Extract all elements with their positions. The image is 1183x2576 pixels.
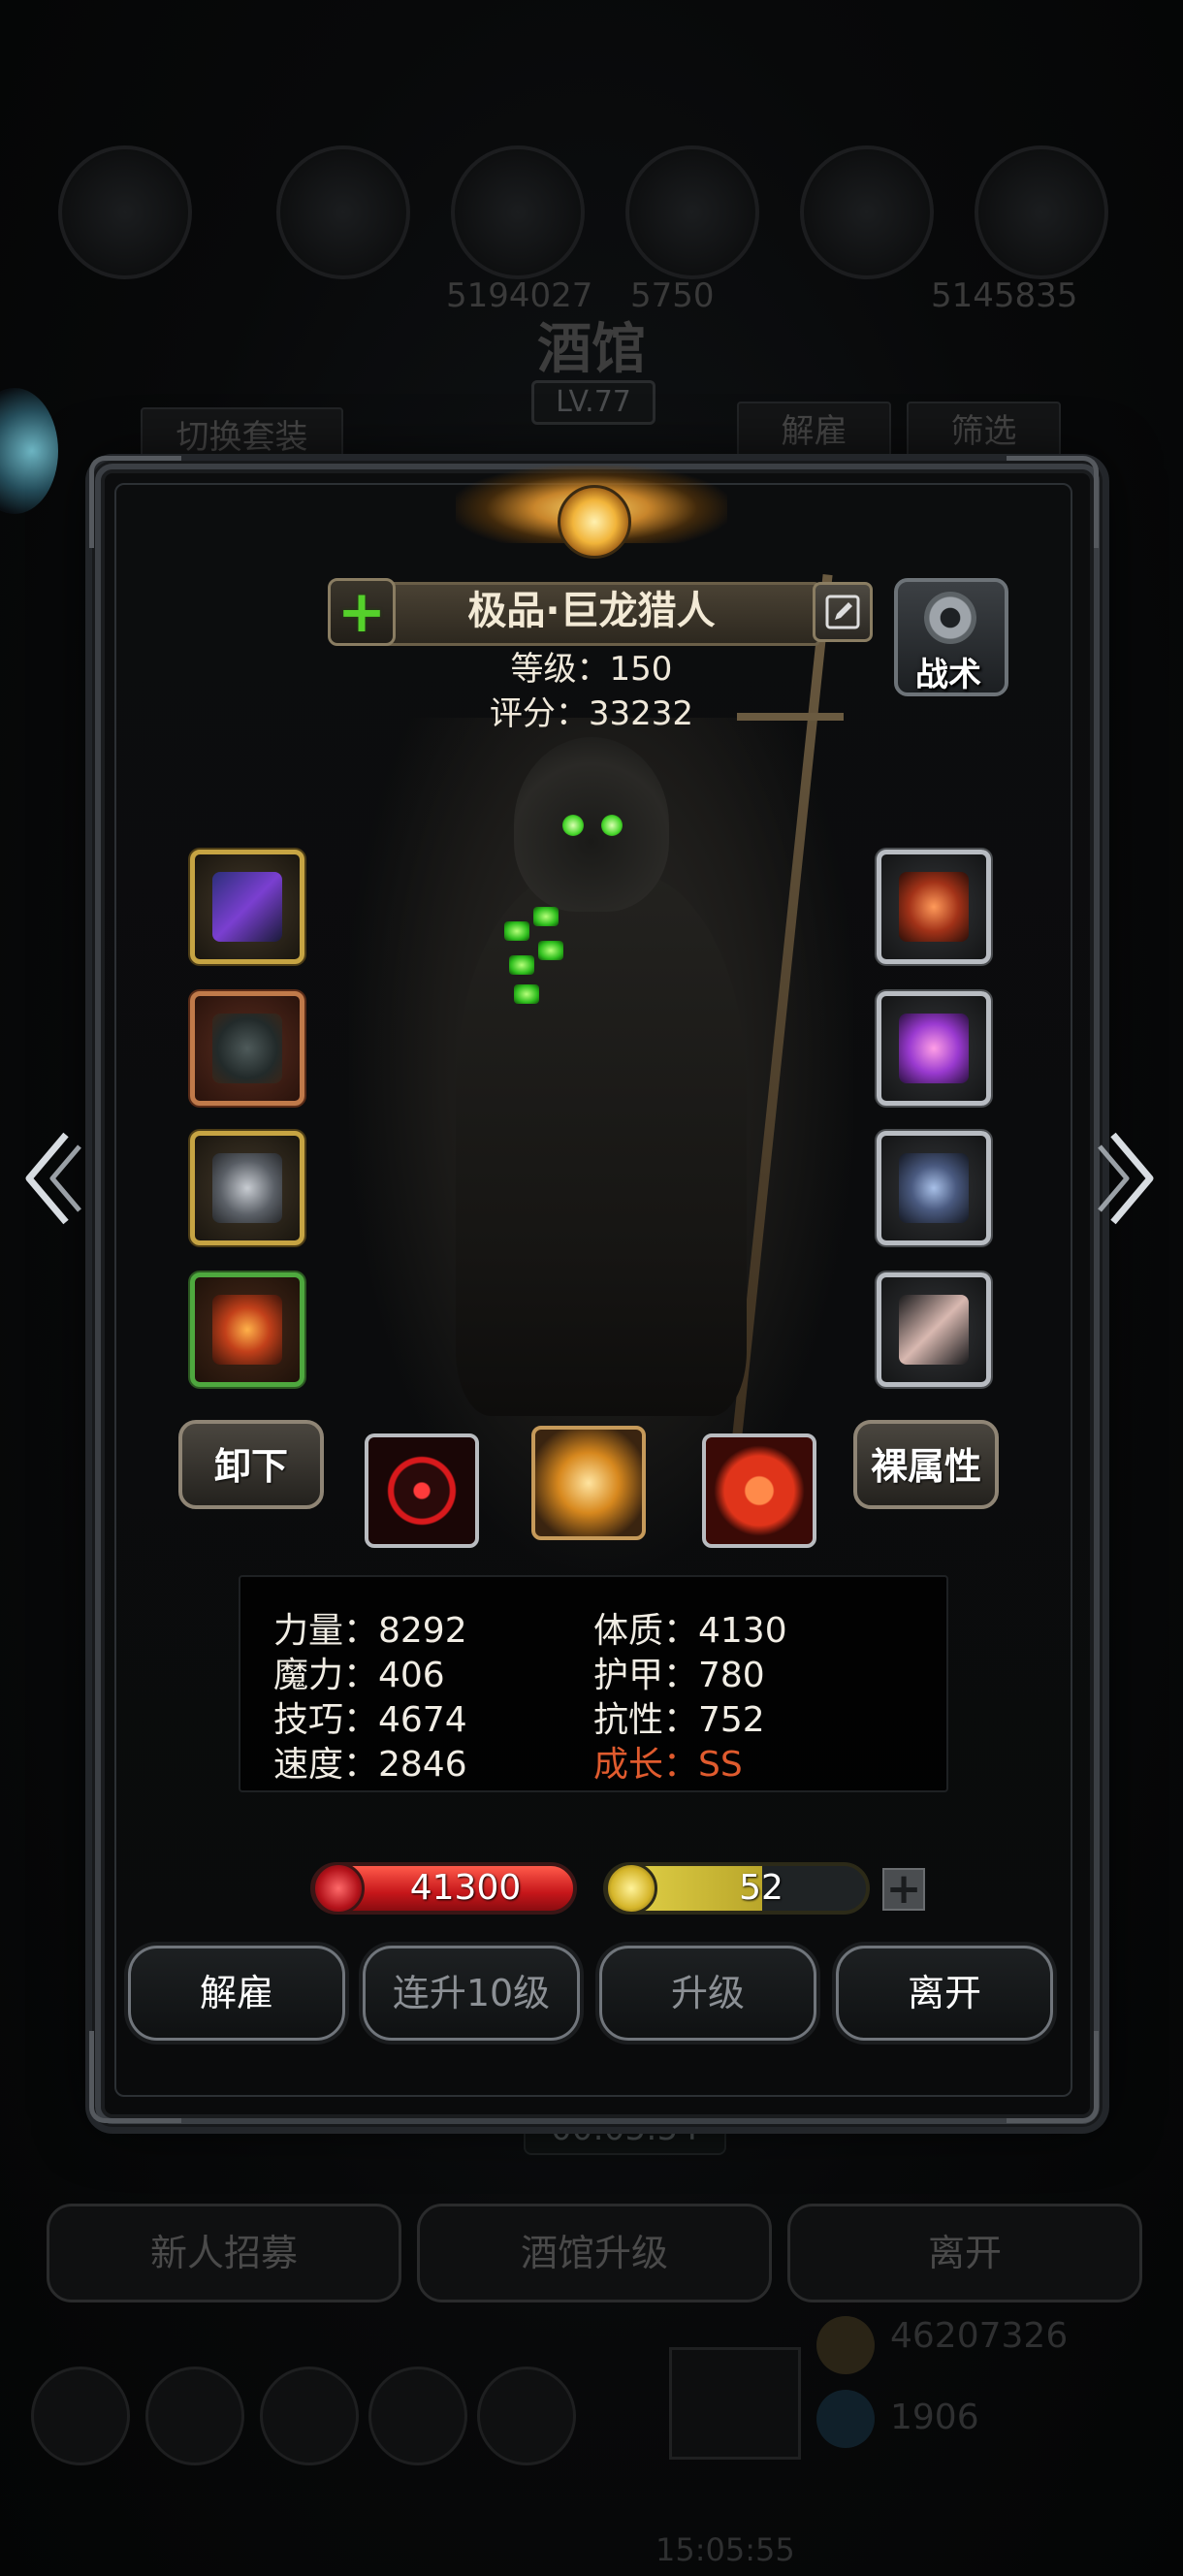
lightning-icon (605, 1862, 657, 1915)
gear-icon (924, 592, 976, 644)
equip-slot-gem[interactable] (877, 991, 991, 1106)
tactics-label: 战术 (915, 656, 981, 694)
gift-icon[interactable] (669, 2347, 801, 2460)
resource-slot (58, 145, 192, 279)
hero-score: 评分：33232 (489, 694, 694, 733)
level-up-10-button[interactable]: 连升10级 (363, 1946, 580, 2041)
bg-leave-button[interactable]: 离开 (787, 2204, 1142, 2302)
gold-icon (816, 2316, 875, 2374)
heart-icon (312, 1862, 365, 1915)
menu-icon[interactable] (260, 2367, 359, 2465)
menu-icon[interactable] (145, 2367, 244, 2465)
sun-emblem-icon (558, 485, 631, 559)
stat-speed: 速度：2846 (273, 1745, 467, 1785)
stat-growth: 成长：SS (593, 1745, 743, 1785)
crystal-icon (899, 1014, 969, 1083)
hero-gem (509, 955, 534, 975)
hp-value: 41300 (409, 1868, 522, 1908)
equip-slot-armor[interactable] (190, 991, 304, 1106)
hero-hood (514, 737, 669, 912)
tavern-upgrade-button[interactable]: 酒馆升级 (417, 2204, 772, 2302)
stat-armor: 护甲：780 (593, 1656, 765, 1695)
clock: 15:05:55 (655, 2531, 795, 2568)
resource-slot (975, 145, 1108, 279)
stats-panel: 力量：8292 魔力：406 技巧：4674 速度：2846 体质：4130 护… (239, 1575, 948, 1792)
menu-icon[interactable] (31, 2367, 130, 2465)
amulet-icon (899, 872, 969, 942)
stat-resistance: 抗性：752 (593, 1700, 765, 1740)
add-energy-button[interactable]: + (882, 1868, 925, 1911)
hero-gem (504, 921, 529, 941)
hero-name: 极品·巨龙猎人 (467, 589, 716, 633)
bg-dismiss-button[interactable]: 解雇 (737, 402, 891, 462)
frame-corner (1007, 2031, 1099, 2123)
equip-slot-helmet[interactable] (190, 1131, 304, 1245)
gem-icon (816, 2390, 875, 2448)
emblem-icon (899, 1153, 969, 1223)
resource-slot (451, 145, 585, 279)
tavern-level: LV.77 (531, 380, 655, 425)
page-title: 酒馆 (537, 317, 646, 381)
filter-button[interactable]: 筛选 (907, 402, 1061, 462)
chevron-left-icon (25, 1132, 81, 1225)
gold-count: 46207326 (890, 2316, 1069, 2356)
menu-icon[interactable] (368, 2367, 467, 2465)
stat-magic: 魔力：406 (273, 1656, 445, 1695)
next-hero-button[interactable] (1094, 1125, 1162, 1232)
equip-slot-amulet[interactable] (877, 850, 991, 964)
frame-corner (89, 2031, 181, 2123)
rename-button[interactable] (813, 582, 873, 642)
gem-count: 1906 (890, 2398, 979, 2437)
unequip-button[interactable]: 卸下 (178, 1420, 324, 1509)
stat-strength: 力量：8292 (273, 1611, 467, 1651)
equip-slot-weapon[interactable] (190, 850, 304, 964)
skill-slot-3[interactable] (702, 1433, 816, 1548)
hero-gem (538, 941, 563, 960)
feather-icon (899, 1295, 969, 1365)
edit-icon (825, 595, 860, 629)
helmet-icon (212, 1153, 282, 1223)
equip-slot-feather[interactable] (877, 1272, 991, 1387)
equip-slot-emblem[interactable] (877, 1131, 991, 1245)
equip-slot-gloves[interactable] (190, 1272, 304, 1387)
frame-corner (89, 456, 181, 548)
base-attributes-button[interactable]: 裸属性 (853, 1420, 999, 1509)
hero-eye (562, 815, 584, 836)
stat-skill: 技巧：4674 (273, 1700, 467, 1740)
leave-button[interactable]: 离开 (836, 1946, 1053, 2041)
armor-icon (212, 1014, 282, 1083)
hero-gem (514, 984, 539, 1004)
gloves-icon (212, 1295, 282, 1365)
pistol-icon (212, 872, 282, 942)
skill-slot-1[interactable] (365, 1433, 479, 1548)
energy-value: 52 (739, 1868, 783, 1908)
level-up-button[interactable]: 升级 (599, 1946, 816, 2041)
hero-gem (533, 907, 559, 926)
hero-level: 等级：150 (510, 650, 673, 689)
resource-slot (800, 145, 934, 279)
hero-eye (601, 815, 623, 836)
frame-corner (1007, 456, 1099, 548)
prev-hero-button[interactable] (17, 1125, 85, 1232)
recruit-button[interactable]: 新人招募 (47, 2204, 401, 2302)
resource-bar: 5194027 5750 5145835 (0, 136, 1183, 315)
dismiss-button[interactable]: 解雇 (128, 1946, 345, 2041)
resource-slot (276, 145, 410, 279)
hero-body (456, 873, 747, 1416)
skill-slot-2[interactable] (531, 1426, 646, 1540)
menu-icon[interactable] (477, 2367, 576, 2465)
stat-constitution: 体质：4130 (593, 1611, 787, 1651)
chevron-right-icon (1098, 1132, 1154, 1225)
resource-slot (625, 145, 759, 279)
